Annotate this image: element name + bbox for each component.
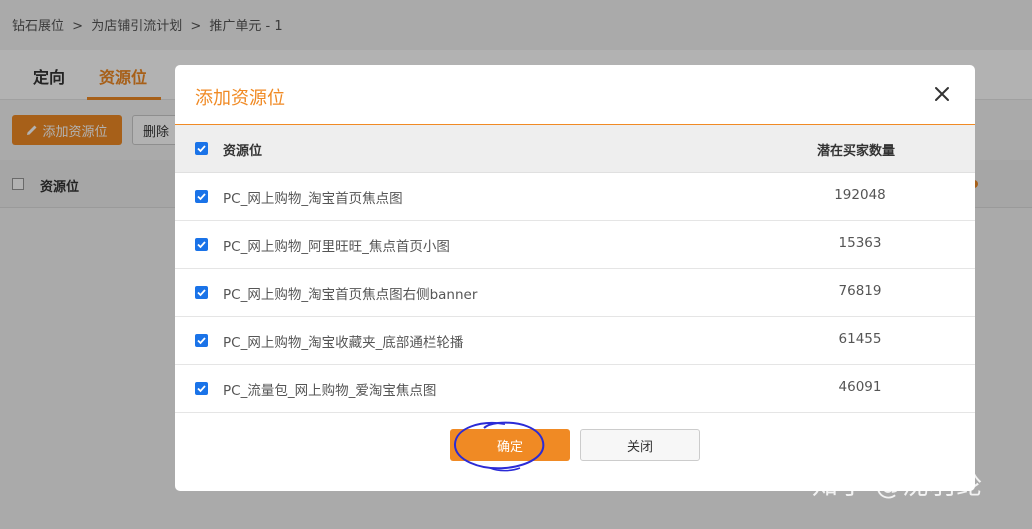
row-checkbox[interactable] [195,334,208,347]
dialog-title: 添加资源位 [195,88,285,109]
resource-slot-name: PC_网上购物_淘宝首页焦点图右侧banner [223,287,478,303]
row-checkbox[interactable] [195,382,208,395]
potential-buyers-count: 61455 [838,331,882,347]
close-icon[interactable] [931,83,953,105]
resource-slot-name: PC_网上购物_阿里旺旺_焦点首页小图 [223,239,450,255]
potential-buyers-count: 76819 [838,283,882,299]
row-checkbox[interactable] [195,190,208,203]
row-checkbox[interactable] [195,238,208,251]
table-row[interactable]: PC_网上购物_淘宝首页焦点图右侧banner 76819 [175,269,975,317]
column-header-potential-buyers: 潜在买家数量 [817,144,896,159]
check-icon [197,241,206,249]
potential-buyers-count: 192048 [834,187,886,203]
potential-buyers-count: 15363 [838,235,882,251]
resource-slot-name: PC_流量包_网上购物_爱淘宝焦点图 [223,383,437,399]
resource-slot-name: PC_网上购物_淘宝收藏夹_底部通栏轮播 [223,335,464,351]
table-row[interactable]: PC_网上购物_淘宝收藏夹_底部通栏轮播 61455 [175,317,975,365]
check-icon [197,289,206,297]
check-icon [197,385,206,393]
dialog-header: 添加资源位 [175,65,975,125]
add-resource-slot-dialog: 添加资源位 资源位 潜在买家数量 PC_网上购物_淘宝首页焦点图 192048 … [175,65,975,491]
close-button[interactable]: 关闭 [580,429,700,461]
potential-buyers-count: 46091 [838,379,882,395]
watermark: 知乎 @沈羽纶 [812,471,984,501]
table-row[interactable]: PC_流量包_网上购物_爱淘宝焦点图 46091 [175,365,975,413]
check-icon [197,193,206,201]
select-all-checkbox[interactable] [195,142,208,155]
row-checkbox[interactable] [195,286,208,299]
table-row[interactable]: PC_网上购物_阿里旺旺_焦点首页小图 15363 [175,221,975,269]
column-header-resource-slot: 资源位 [223,144,263,159]
confirm-button[interactable]: 确定 [450,429,570,461]
resource-slot-name: PC_网上购物_淘宝首页焦点图 [223,191,403,207]
table-row[interactable]: PC_网上购物_淘宝首页焦点图 192048 [175,173,975,221]
dialog-table-header: 资源位 潜在买家数量 [175,125,975,173]
check-icon [197,145,206,153]
check-icon [197,337,206,345]
